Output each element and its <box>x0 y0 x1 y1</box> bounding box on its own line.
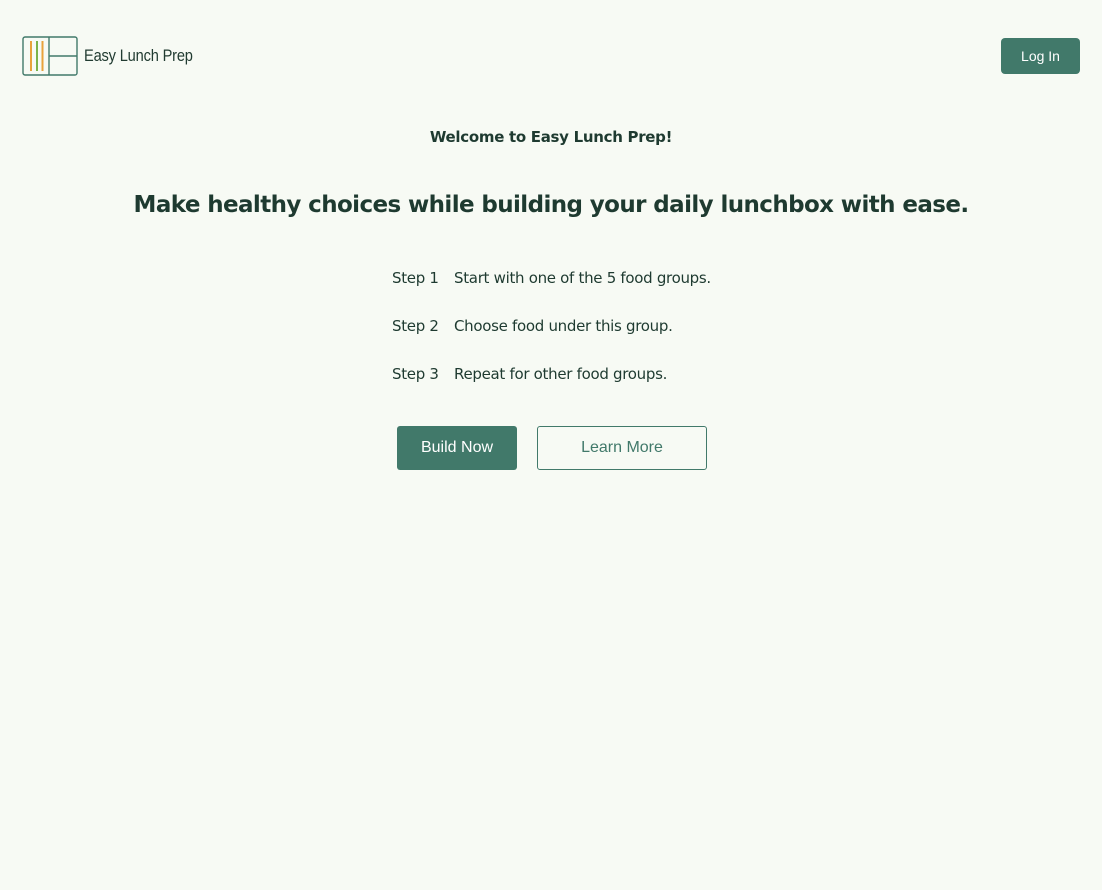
step-item: Step 1 Start with one of the 5 food grou… <box>392 267 752 289</box>
step-text: Repeat for other food groups. <box>454 365 668 383</box>
step-label: Step 1 <box>392 269 439 287</box>
build-now-button[interactable]: Build Now <box>397 426 517 470</box>
login-button[interactable]: Log In <box>1001 38 1080 74</box>
landing-page: Easy Lunch Prep Log In Welcome to Easy L… <box>0 0 1102 890</box>
learn-more-button[interactable]: Learn More <box>537 426 707 470</box>
site-header: Easy Lunch Prep Log In <box>0 0 1102 110</box>
step-label: Step 3 <box>392 365 439 383</box>
step-item: Step 2 Choose food under this group. <box>392 315 752 337</box>
steps-list: Step 1 Start with one of the 5 food grou… <box>392 267 752 411</box>
page-title: Make healthy choices while building your… <box>133 192 970 218</box>
lunchbox-logo-icon <box>22 36 78 76</box>
logo-text: Easy Lunch Prep <box>84 46 193 65</box>
step-item: Step 3 Repeat for other food groups. <box>392 363 752 385</box>
welcome-heading: Welcome to Easy Lunch Prep! <box>429 128 673 146</box>
step-text: Choose food under this group. <box>454 317 673 335</box>
step-label: Step 2 <box>392 317 439 335</box>
step-text: Start with one of the 5 food groups. <box>454 269 711 287</box>
logo-link[interactable]: Easy Lunch Prep <box>22 36 210 76</box>
hero-actions: Build Now Learn More <box>397 426 707 470</box>
